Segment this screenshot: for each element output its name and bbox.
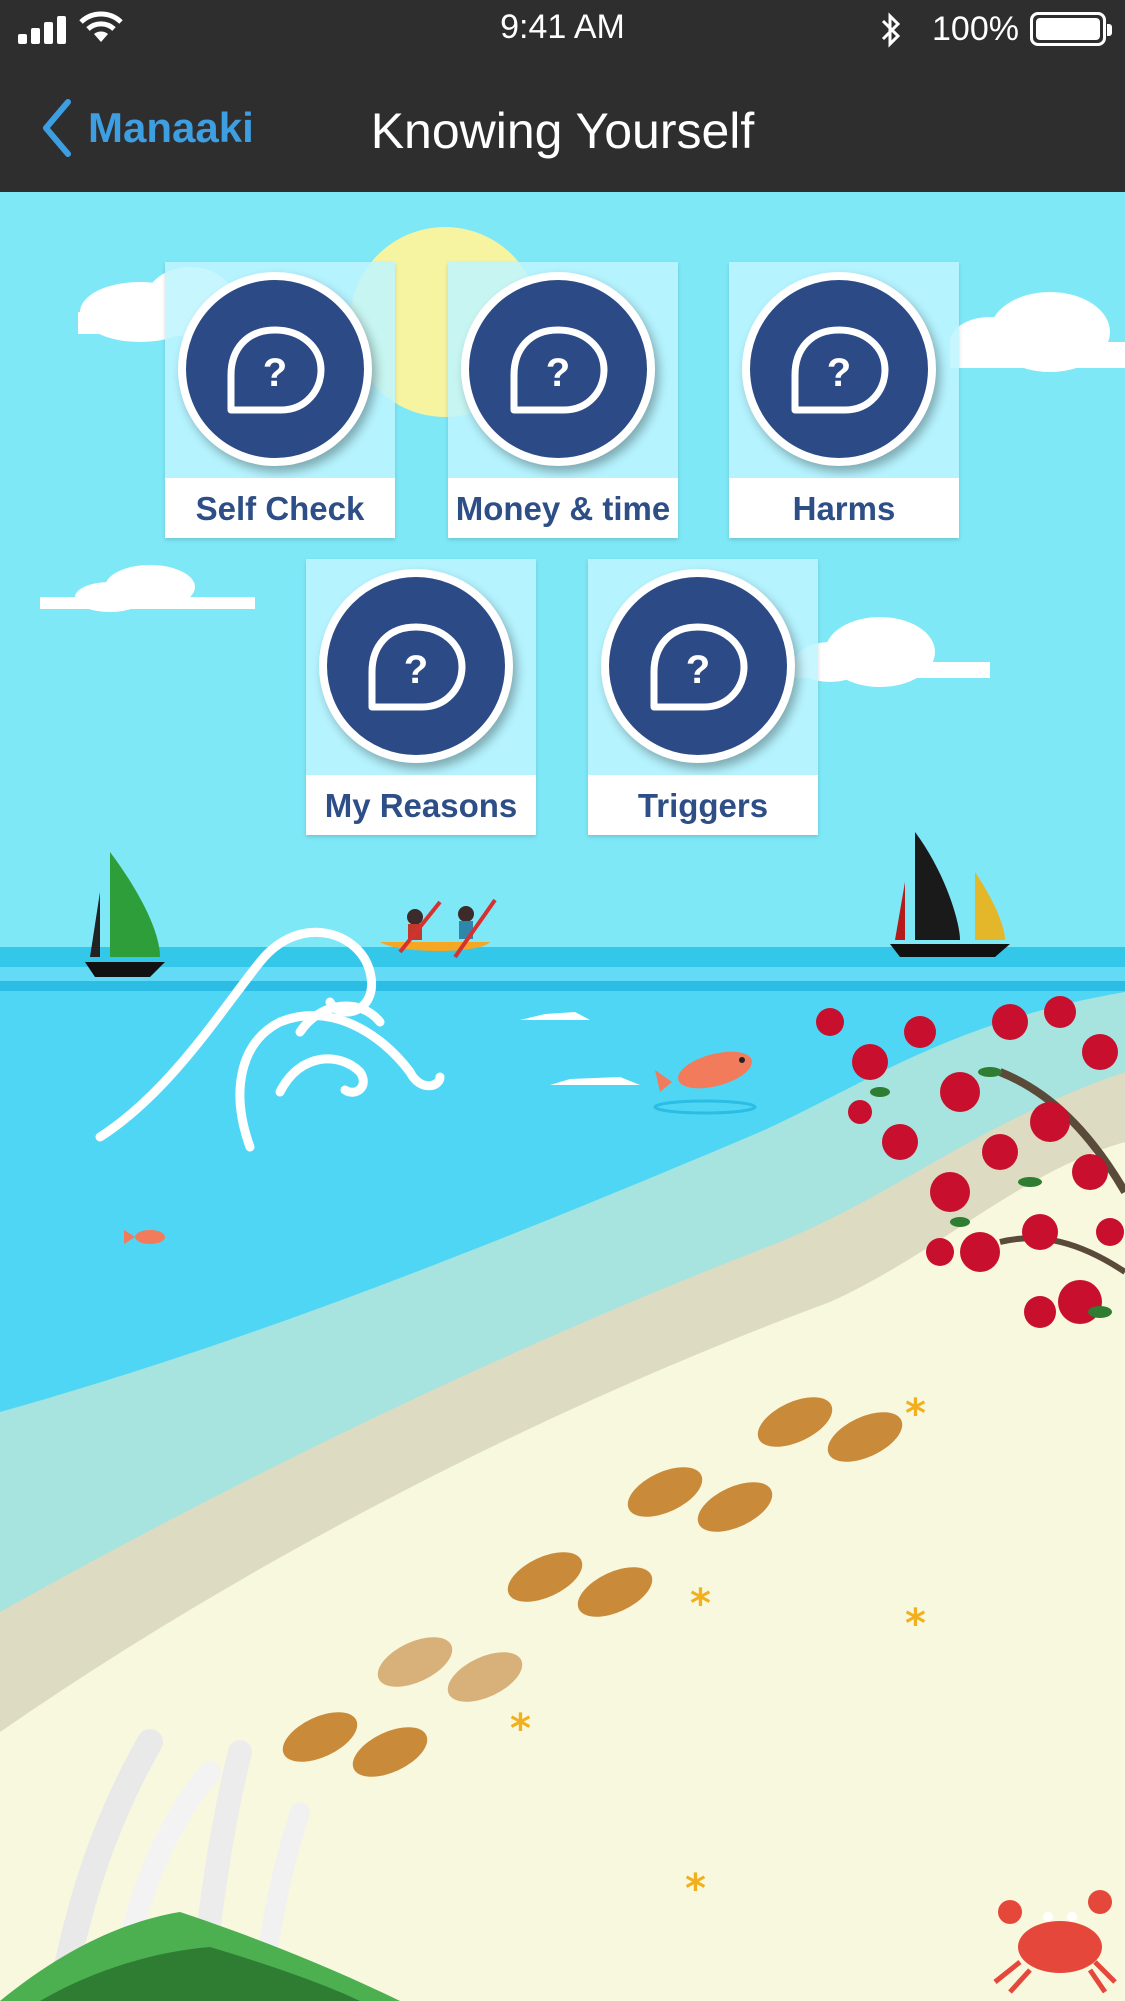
svg-text:?: ? <box>263 351 287 395</box>
bluetooth-icon <box>881 12 901 48</box>
tile-triggers[interactable]: ? Triggers <box>588 559 818 835</box>
svg-text:?: ? <box>827 351 851 395</box>
svg-text:*: * <box>690 1581 711 1627</box>
battery-level-fill <box>1036 18 1100 40</box>
tile-label: My Reasons <box>306 775 536 835</box>
page-title: Knowing Yourself <box>370 103 755 159</box>
tile-my-reasons[interactable]: ? My Reasons <box>306 559 536 835</box>
question-bubble-icon: ? <box>742 272 936 466</box>
tile-money-and-time[interactable]: ? Money & time <box>448 262 678 538</box>
svg-text:?: ? <box>546 351 570 395</box>
question-bubble-icon: ? <box>601 569 795 763</box>
svg-text:*: * <box>905 1601 926 1647</box>
question-bubble-icon: ? <box>319 569 513 763</box>
beach-scene: * * * * * ? Self Check ? Money & time ? … <box>0 192 1125 2001</box>
svg-text:?: ? <box>404 648 428 692</box>
tile-harms[interactable]: ? Harms <box>729 262 959 538</box>
question-bubble-icon: ? <box>461 272 655 466</box>
tile-label: Harms <box>729 478 959 538</box>
navigation-bar: Manaaki Knowing Yourself <box>0 60 1125 192</box>
svg-text:*: * <box>905 1391 926 1437</box>
tile-label: Money & time <box>448 478 678 538</box>
tile-label: Self Check <box>165 478 395 538</box>
svg-text:?: ? <box>686 648 710 692</box>
question-bubble-icon: ? <box>178 272 372 466</box>
status-bar: 9:41 AM 100% <box>0 0 1125 60</box>
svg-text:*: * <box>510 1706 531 1752</box>
battery-percent: 100% <box>932 10 1019 48</box>
svg-text:*: * <box>685 1866 706 1912</box>
battery-icon <box>1030 12 1112 46</box>
tile-self-check[interactable]: ? Self Check <box>165 262 395 538</box>
tile-label: Triggers <box>588 775 818 835</box>
